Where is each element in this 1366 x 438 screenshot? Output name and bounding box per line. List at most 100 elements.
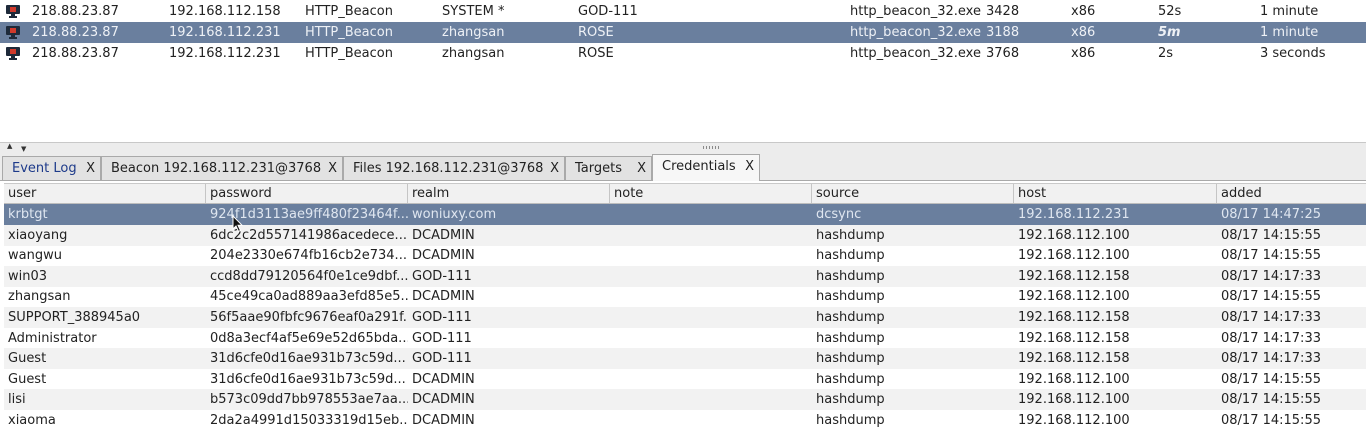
credential-cell-note (614, 369, 812, 390)
credential-cell-password: 31d6cfe0d16ae931b73c59d... (210, 351, 406, 367)
credential-cell-realm: GOD-111 (412, 268, 472, 284)
credential-row[interactable]: krbtgt 924f1d3113ae9ff480f23464f... woniux… (4, 204, 1366, 225)
credential-cell-user: SUPPORT_388945a0 (8, 310, 141, 325)
grip-icon[interactable] (703, 146, 719, 149)
credential-cell-password: 204e2330e674fb16cb2e734... (210, 248, 407, 264)
column-header-host[interactable]: host (1013, 184, 1216, 203)
tab-label: Files 192.168.112.231@3768 (353, 161, 544, 176)
tab-targets[interactable]: Targets X (565, 156, 652, 180)
credential-cell-user: xiaoyang (8, 227, 68, 243)
credential-row[interactable]: zhangsan 45ce49ca0ad889aa3efd85e5... DCADM… (4, 286, 1366, 307)
credential-cell-host: 192.168.112.158 (1018, 351, 1130, 367)
credential-cell-host: 192.168.112.100 (1018, 248, 1130, 264)
beacon-cell-external: 218.88.23.87 (32, 4, 119, 19)
close-tab-button[interactable]: X (328, 157, 337, 181)
credential-row[interactable]: Administrator 0d8a3ecf4af5e69e52d65bda...… (4, 328, 1366, 349)
credential-row[interactable]: xiaoma 2da2a4991d15033319d15eb... DCADMIN h… (4, 410, 1366, 431)
beacon-row[interactable]: 218.88.23.87 192.168.112.231 HTTP_Beacon zh… (0, 22, 1366, 43)
beacon-cell-user: zhangsan (442, 25, 505, 40)
credential-cell-source: hashdump (816, 289, 885, 305)
credential-cell-realm: DCADMIN (412, 392, 475, 408)
tab-label: Targets (575, 161, 622, 176)
credential-cell-user: zhangsan (8, 289, 71, 305)
beacon-cell-internal: 192.168.112.231 (169, 25, 281, 40)
column-header-realm[interactable]: realm (407, 184, 609, 203)
tab-bar: Event Log X Beacon 192.168.112.231@3768 X Fi… (0, 154, 1366, 181)
column-header-user[interactable]: user (4, 184, 206, 203)
credential-cell-host: 192.168.112.100 (1018, 392, 1130, 408)
credential-cell-added: 08/17 14:17:33 (1221, 268, 1321, 284)
close-tab-button[interactable]: X (637, 157, 646, 181)
credential-cell-realm: DCADMIN (412, 227, 475, 243)
credential-cell-realm: GOD-111 (412, 330, 472, 346)
tab-event-log[interactable]: Event Log X (2, 156, 101, 180)
collapse-up-icon[interactable]: ▲ (7, 143, 12, 150)
close-tab-button[interactable]: X (745, 155, 754, 179)
credential-cell-host: 192.168.112.100 (1018, 227, 1130, 243)
beacon-cell-last: 5m (1158, 25, 1181, 40)
column-header-password[interactable]: password (205, 184, 407, 203)
tab-label: Event Log (12, 161, 77, 176)
monitor-icon (6, 47, 20, 60)
beacon-cell-user: zhangsan (442, 46, 505, 61)
column-header-source[interactable]: source (811, 184, 1013, 203)
credential-row[interactable]: wangwu 204e2330e674fb16cb2e734... DCADMIN h… (4, 245, 1366, 266)
beacon-row[interactable]: 218.88.23.87 192.168.112.231 HTTP_Beacon zh… (0, 43, 1366, 64)
credential-cell-note (614, 389, 812, 410)
credential-cell-user: Guest (8, 371, 47, 387)
mouse-cursor-icon (232, 215, 244, 233)
credential-cell-password: 45ce49ca0ad889aa3efd85e5... (210, 289, 408, 305)
column-header-added[interactable]: added (1216, 184, 1365, 203)
credential-cell-password: 56f5aae90fbfc9676eaf0a291f... (210, 310, 408, 325)
credentials-table-header: user password realm note source host added (4, 183, 1366, 204)
credential-cell-added: 08/17 14:15:55 (1221, 392, 1321, 408)
credential-row[interactable]: Guest 31d6cfe0d16ae931b73c59d... GOD-111 ha… (4, 348, 1366, 370)
credential-cell-user: Administrator (8, 330, 97, 346)
credential-cell-added: 08/17 14:17:33 (1221, 310, 1321, 325)
credential-row[interactable]: xiaoyang 6dc2c2d557141986acedece... DCADMI… (4, 224, 1366, 246)
credential-row[interactable]: win03 ccd8dd79120564f0e1ce9dbf... GOD-111 h… (4, 265, 1366, 287)
credential-cell-source: hashdump (816, 268, 885, 284)
collapse-down-icon[interactable]: ▼ (21, 146, 26, 153)
credential-cell-added: 08/17 14:47:25 (1221, 207, 1321, 222)
credential-cell-user: Guest (8, 351, 47, 367)
credential-cell-note (614, 204, 812, 225)
credential-cell-note (614, 225, 812, 246)
credential-cell-source: hashdump (816, 392, 885, 408)
credential-row[interactable]: lisi b573c09dd7bb978553ae7aa... DCADMIN has… (4, 389, 1366, 411)
credential-cell-source: dcsync (816, 207, 862, 222)
credential-cell-realm: GOD-111 (412, 310, 472, 325)
credential-cell-source: hashdump (816, 413, 885, 428)
close-tab-button[interactable]: X (550, 157, 559, 181)
credential-cell-realm: DCADMIN (412, 371, 475, 387)
beacon-cell-pid: 3768 (986, 46, 1020, 61)
credential-row[interactable]: SUPPORT_388945a0 56f5aae90fbfc9676eaf0a29… (4, 307, 1366, 328)
credential-cell-host: 192.168.112.231 (1018, 207, 1130, 222)
credential-cell-added: 08/17 14:15:55 (1221, 413, 1321, 428)
credential-cell-user: lisi (8, 392, 26, 408)
credential-cell-realm: GOD-111 (412, 351, 472, 367)
credential-cell-added: 08/17 14:17:33 (1221, 351, 1321, 367)
beacon-cell-internal: 192.168.112.158 (169, 4, 281, 19)
credential-cell-source: hashdump (816, 310, 885, 325)
beacon-cell-external: 218.88.23.87 (32, 46, 119, 61)
credential-row[interactable]: Guest 31d6cfe0d16ae931b73c59d... DCADMIN ha… (4, 369, 1366, 390)
credential-cell-note (614, 307, 812, 328)
close-tab-button[interactable]: X (86, 157, 95, 181)
credential-cell-added: 08/17 14:15:55 (1221, 227, 1321, 243)
credential-cell-source: hashdump (816, 371, 885, 387)
tab-beacon-192-168-112-231-3768[interactable]: Beacon 192.168.112.231@3768 X (101, 156, 343, 180)
beacon-cell-user: SYSTEM * (442, 4, 505, 19)
beacon-cell-sleep: 1 minute (1260, 4, 1319, 19)
column-header-note[interactable]: note (609, 184, 811, 203)
beacon-cell-pid: 3428 (986, 4, 1020, 19)
credential-cell-source: hashdump (816, 351, 885, 367)
beacon-cell-process: http_beacon_32.exe (850, 25, 981, 40)
credential-cell-realm: DCADMIN (412, 413, 475, 428)
tab-credentials[interactable]: Credentials X (652, 154, 760, 181)
tab-files-192-168-112-231-3768[interactable]: Files 192.168.112.231@3768 X (343, 156, 565, 180)
beacon-cell-arch: x86 (1071, 46, 1096, 61)
beacon-cell-listener: HTTP_Beacon (305, 25, 393, 40)
credential-cell-password: ccd8dd79120564f0e1ce9dbf... (210, 268, 408, 284)
beacon-row[interactable]: 218.88.23.87 192.168.112.158 HTTP_Beacon SY… (0, 1, 1366, 22)
